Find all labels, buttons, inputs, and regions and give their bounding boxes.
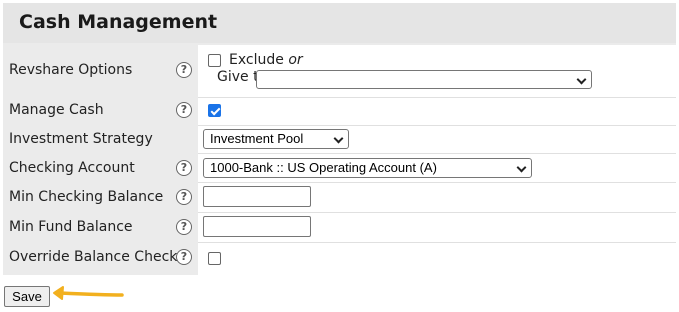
save-button[interactable]: Save	[4, 286, 50, 307]
row-manage-cash: Manage Cash ?	[3, 98, 676, 125]
row-min-fund-balance: Min Fund Balance ?	[3, 213, 676, 242]
chevron-down-icon	[576, 74, 587, 85]
panel-title: Cash Management	[3, 3, 676, 43]
help-icon[interactable]: ?	[176, 189, 192, 205]
give-to-select[interactable]	[256, 70, 592, 89]
revshare-options-label: Revshare Options	[9, 62, 133, 78]
override-balance-check-label: Override Balance Check	[9, 249, 178, 265]
help-icon[interactable]: ?	[176, 102, 192, 118]
cash-management-panel: Cash Management Revshare Options ? Exclu…	[3, 3, 676, 275]
help-icon[interactable]: ?	[176, 160, 192, 176]
exclude-checkbox[interactable]	[208, 54, 221, 67]
override-balance-check-checkbox[interactable]	[208, 252, 221, 265]
checking-account-label: Checking Account	[9, 160, 135, 176]
help-icon[interactable]: ?	[176, 62, 192, 78]
row-override-balance-check: Override Balance Check ?	[3, 243, 676, 275]
chevron-down-icon	[516, 162, 527, 173]
help-icon[interactable]: ?	[176, 249, 192, 265]
row-min-checking-balance: Min Checking Balance ?	[3, 183, 676, 212]
min-checking-balance-label: Min Checking Balance	[9, 189, 164, 205]
min-fund-balance-input[interactable]	[203, 216, 311, 237]
min-fund-balance-label: Min Fund Balance	[9, 219, 133, 235]
help-icon[interactable]: ?	[176, 219, 192, 235]
arrow-left-icon	[53, 286, 124, 300]
min-checking-balance-input[interactable]	[203, 186, 311, 207]
exclude-label: Exclude or	[229, 52, 303, 68]
row-revshare-options: Revshare Options ? Exclude or Give to	[3, 45, 676, 97]
checking-account-select[interactable]: 1000-Bank :: US Operating Account (A)	[203, 158, 532, 178]
row-investment-strategy: Investment Strategy Investment Pool	[3, 126, 676, 153]
manage-cash-checkbox[interactable]	[208, 104, 221, 117]
investment-strategy-select[interactable]: Investment Pool	[203, 129, 349, 149]
investment-strategy-label: Investment Strategy	[9, 131, 153, 147]
chevron-down-icon	[333, 133, 344, 144]
row-checking-account: Checking Account ? 1000-Bank :: US Opera…	[3, 154, 676, 182]
manage-cash-label: Manage Cash	[9, 102, 104, 118]
